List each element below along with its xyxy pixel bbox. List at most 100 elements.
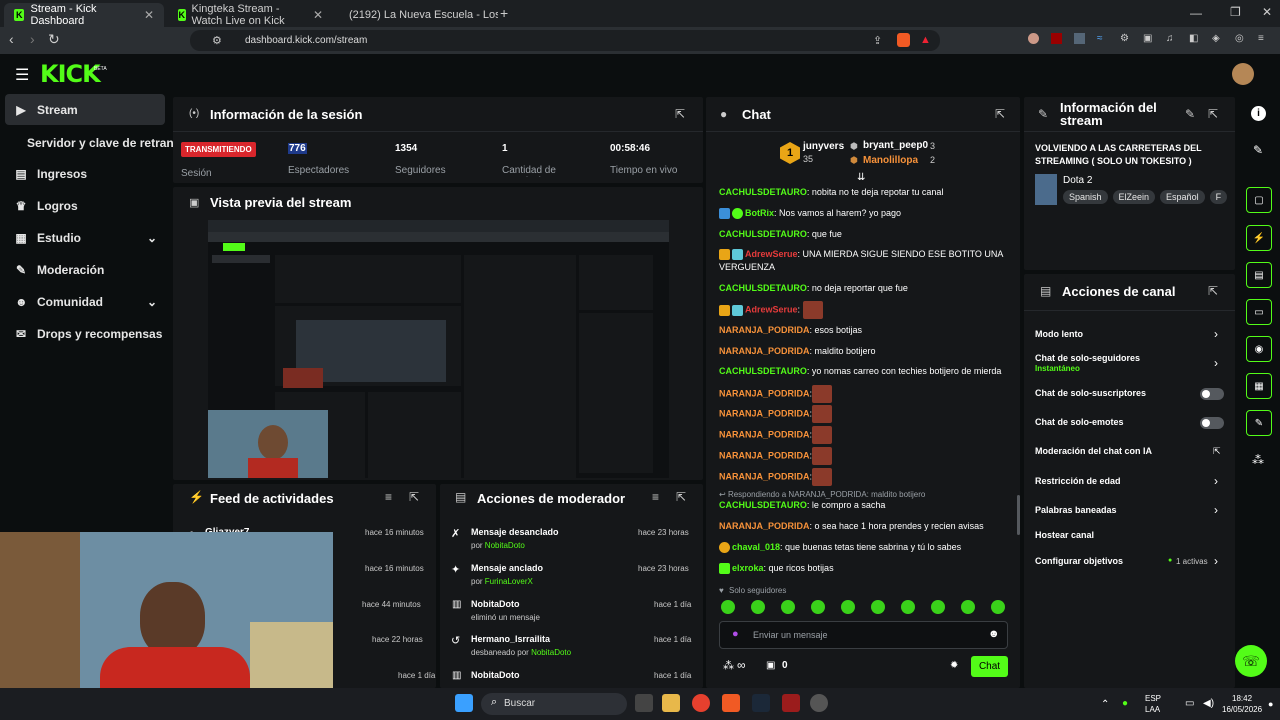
windows-start-icon[interactable] (455, 694, 473, 712)
chat-username[interactable]: CACHULSDETAURO (719, 500, 807, 510)
mod-action-title[interactable]: NobitaDoto (471, 670, 520, 680)
minimize-icon[interactable]: — (1190, 6, 1202, 20)
tag[interactable]: F (1209, 190, 1228, 204)
brave-icon[interactable] (722, 694, 740, 712)
extension-icon[interactable] (1074, 33, 1085, 44)
back-icon[interactable]: ‹ (9, 31, 14, 47)
clock-date[interactable]: 16/05/2026 (1222, 705, 1262, 714)
volume-icon[interactable]: ◀) (1203, 698, 1214, 709)
expand-icon[interactable]: ⇊ (857, 172, 865, 183)
music-icon[interactable]: ♫ (1166, 33, 1177, 44)
tag[interactable]: ElZeein (1112, 190, 1156, 204)
clock-time[interactable]: 18:42 (1232, 694, 1252, 703)
chevron-right-icon[interactable]: › (1214, 503, 1218, 517)
tab-stream-dashboard[interactable]: K Stream - Kick Dashboard ✕ (4, 3, 164, 27)
url-text[interactable]: dashboard.kick.com/stream (245, 35, 367, 46)
reload-icon[interactable]: ↻ (48, 31, 60, 48)
support-icon[interactable]: ☏ (1235, 645, 1267, 677)
chat-message[interactable]: NARANJA_PODRIDA: (719, 426, 1019, 444)
send-chat-button[interactable]: Chat (971, 656, 1008, 677)
chevron-down-icon[interactable]: ⌄ (147, 295, 157, 309)
mod-action-user[interactable]: NobitaDoto (485, 541, 525, 550)
sidebar-item-drops[interactable]: ✉ Drops y recompensas (5, 318, 165, 349)
tag[interactable]: Spanish (1063, 190, 1108, 204)
chat-username[interactable]: NARANJA_PODRIDA (719, 388, 810, 398)
gift-icon[interactable]: ▣ (766, 660, 775, 671)
extension-icon[interactable]: ⚙ (1120, 33, 1131, 44)
mod-action-title[interactable]: Hermano_Isrrailita (471, 634, 550, 644)
external-link-icon[interactable]: ⇱ (1213, 446, 1221, 457)
new-tab-icon[interactable]: + (500, 5, 508, 21)
chevron-right-icon[interactable]: › (1214, 554, 1218, 568)
chat-username[interactable]: NARANJA_PODRIDA (719, 325, 810, 335)
chat-message[interactable]: NARANJA_PODRIDA: o sea hace 1 hora prend… (719, 520, 1019, 533)
chat-username[interactable]: chaval_018 (732, 542, 780, 552)
rail-button-chat[interactable]: ▭ (1246, 299, 1272, 325)
filter-icon[interactable]: ≡ (385, 490, 392, 504)
action-moderacion-ia[interactable]: Moderación del chat con IA (1035, 446, 1152, 456)
lang-indicator-2[interactable]: LAA (1145, 705, 1160, 714)
chevron-up-icon[interactable]: ⌃ (1101, 699, 1109, 710)
action-hostear-canal[interactable]: Hostear canal (1035, 530, 1094, 540)
chevron-down-icon[interactable]: ⌄ (147, 231, 157, 245)
avatar[interactable] (1232, 63, 1254, 85)
chat-message[interactable]: NARANJA_PODRIDA: (719, 447, 1019, 465)
chat-username[interactable]: NARANJA_PODRIDA (719, 429, 810, 439)
chat-username[interactable]: NARANJA_PODRIDA (719, 521, 810, 531)
sidebar-item-estudio[interactable]: ▦ Estudio ⌄ (5, 222, 165, 253)
dota-icon[interactable] (782, 694, 800, 712)
info-icon[interactable]: i (1251, 106, 1266, 121)
chat-scrollbar[interactable] (1017, 495, 1020, 535)
tab-youtube[interactable]: (2192) La Nueva Escuela - Los Mayor (333, 3, 498, 27)
share-icon[interactable]: ⇪ (873, 34, 882, 47)
leader-second-name[interactable]: bryant_peep0 (863, 140, 928, 151)
forward-icon[interactable]: › (30, 31, 35, 47)
sidebar-item-comunidad[interactable]: ☻ Comunidad ⌄ (5, 286, 165, 317)
sidebar-item-stream[interactable]: ▶ Stream (5, 94, 165, 125)
chat-message[interactable]: NARANJA_PODRIDA: (719, 385, 1019, 403)
steam-icon[interactable] (752, 694, 770, 712)
network-icon[interactable]: ▭ (1185, 698, 1194, 709)
chevron-right-icon[interactable]: › (1214, 356, 1218, 370)
sidebar-item-logros[interactable]: ♛ Logros (5, 190, 165, 221)
wallet-icon[interactable]: ◈ (1212, 33, 1223, 44)
popout-icon[interactable]: ⇱ (676, 490, 686, 504)
chat-message[interactable]: CACHULSDETAURO: no deja reportar que fue (719, 282, 1019, 295)
stream-preview-video[interactable] (208, 220, 669, 478)
points-icon[interactable]: ⁂ (723, 659, 734, 672)
task-view-icon[interactable] (635, 694, 653, 712)
edit-icon[interactable]: ✎ (1253, 143, 1263, 157)
chat-message[interactable]: BotRix: Nos vamos al harem? yo pago (719, 207, 1019, 220)
popout-icon[interactable]: ⇱ (409, 490, 419, 504)
chat-message[interactable]: NARANJA_PODRIDA: esos botijas (719, 324, 1019, 337)
rail-button-wrench[interactable]: ✎ (1246, 410, 1272, 436)
action-palabras-baneadas[interactable]: Palabras baneadas (1035, 505, 1117, 515)
drops-icon[interactable]: ⁂ (1252, 453, 1264, 467)
emoji-icon[interactable]: ☻ (988, 628, 1000, 640)
chat-username[interactable]: NARANJA_PODRIDA (719, 408, 810, 418)
chat-username[interactable]: CACHULSDETAURO (719, 187, 807, 197)
chat-message[interactable]: NARANJA_PODRIDA: (719, 468, 1019, 486)
emote-icon[interactable] (751, 600, 765, 614)
chat-input[interactable]: ● Enviar un mensaje ☻ (719, 621, 1008, 649)
sidebar-item-ingresos[interactable]: ▤ Ingresos (5, 158, 165, 189)
chrome-icon[interactable] (692, 694, 710, 712)
toggle-solo-emotes[interactable] (1200, 417, 1224, 429)
popout-icon[interactable]: ⇱ (995, 107, 1005, 121)
edit-icon[interactable]: ✎ (1185, 107, 1195, 121)
chat-username[interactable]: NARANJA_PODRIDA (719, 346, 810, 356)
leader-third-name[interactable]: Manolillopa (863, 155, 918, 166)
popout-icon[interactable]: ⇱ (1208, 284, 1218, 298)
chat-username[interactable]: elxroka (732, 563, 764, 573)
chat-username[interactable]: BotRix (745, 208, 774, 218)
rail-button-notes[interactable]: ▤ (1246, 262, 1272, 288)
emote-icon[interactable] (961, 600, 975, 614)
vpn-icon[interactable]: ◎ (1235, 33, 1246, 44)
mod-action-title[interactable]: NobitaDoto (471, 599, 520, 609)
extension-icon[interactable]: ▣ (1143, 33, 1154, 44)
emote-icon[interactable] (781, 600, 795, 614)
taskbar-search[interactable]: ⌕ Buscar (481, 693, 627, 715)
extension-icon[interactable]: ≈ (1097, 33, 1108, 44)
chat-username[interactable]: NARANJA_PODRIDA (719, 450, 810, 460)
sidebar-item-moderacion[interactable]: ✎ Moderación (5, 254, 165, 285)
